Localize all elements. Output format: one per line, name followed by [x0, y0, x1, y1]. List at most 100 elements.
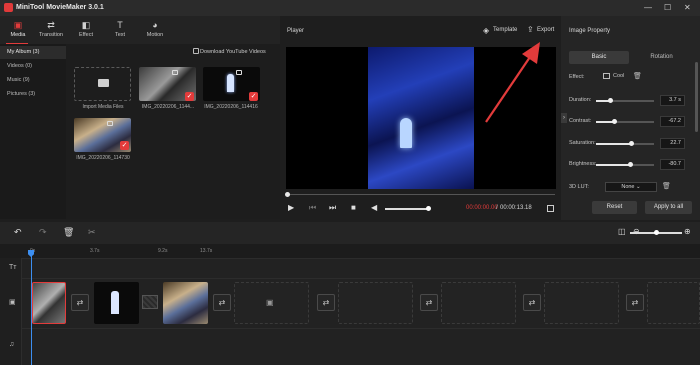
added-check-icon: ✓ — [249, 92, 258, 101]
delete-effect-icon[interactable]: 🗑 — [633, 72, 642, 80]
title-bar — [0, 0, 700, 16]
playback-progress-handle[interactable] — [285, 192, 290, 197]
volume-handle[interactable] — [426, 206, 431, 211]
empty-clip-slot[interactable] — [544, 282, 619, 324]
template-icon: ◈ — [483, 26, 490, 35]
tab-motion[interactable]: ◕ Motion — [139, 16, 171, 44]
property-scrollbar[interactable] — [695, 62, 698, 132]
app-logo-icon — [4, 3, 13, 12]
apply-to-all-button[interactable]: Apply to all — [645, 201, 692, 214]
next-frame-icon[interactable]: ⏭ — [329, 204, 336, 212]
saturation-label: Saturation: — [569, 140, 596, 146]
playback-progress-track[interactable] — [287, 194, 555, 195]
undo-icon[interactable]: ↶ — [14, 227, 22, 237]
added-check-icon: ✓ — [185, 92, 194, 101]
export-icon: ⇪ — [527, 25, 534, 34]
export-button[interactable]: Export — [537, 27, 554, 33]
duration-handle[interactable] — [608, 98, 613, 103]
chevron-down-icon: ⌄ — [636, 184, 641, 190]
empty-clip-slot[interactable] — [338, 282, 413, 324]
transition-slot[interactable]: ⇄ — [626, 294, 644, 311]
lut-select[interactable]: None ⌄ — [605, 182, 657, 192]
transition-slot[interactable]: ⇄ — [420, 294, 438, 311]
download-youtube-link[interactable]: Download YouTube Videos — [200, 49, 266, 55]
redo-icon[interactable]: ↷ — [39, 227, 47, 237]
timeline-toolbar — [0, 222, 700, 244]
media-name: IMG_20220206_114730 — [76, 155, 130, 161]
zoom-handle[interactable] — [654, 230, 659, 235]
duration-value[interactable]: 3.7 s — [660, 95, 685, 106]
app-title: MiniTool MovieMaker 3.0.1 — [16, 4, 104, 11]
collapse-panel-icon[interactable]: › — [561, 113, 567, 123]
motion-icon: ◕ — [152, 20, 158, 30]
lut-value: None — [621, 184, 635, 190]
brightness-label: Brightness: — [569, 161, 597, 167]
minimize-button[interactable]: — — [644, 3, 652, 12]
ruler-tick: 13.7s — [200, 248, 213, 254]
transition-slot[interactable] — [142, 295, 158, 309]
empty-clip-slot[interactable] — [647, 282, 700, 324]
tab-motion-label: Motion — [146, 32, 164, 38]
saturation-value[interactable]: 22.7 — [660, 138, 685, 149]
annotation-arrow — [485, 42, 540, 123]
zoom-in-icon[interactable]: ⊕ — [684, 227, 691, 237]
ruler-tick: 9.2s — [158, 248, 168, 254]
media-name: IMG_20220206_1144... — [141, 104, 195, 110]
video-track-icon: ▣ — [9, 299, 16, 306]
image-type-icon — [236, 70, 242, 75]
tab-basic[interactable]: Basic — [569, 51, 629, 64]
album-videos[interactable]: Videos (0) — [0, 60, 66, 73]
volume-icon[interactable]: ◀ — [371, 204, 377, 212]
timeline-clip[interactable] — [32, 282, 66, 324]
tab-effect-label: Effect — [79, 32, 93, 38]
fit-timeline-icon[interactable]: ◫ — [618, 227, 626, 237]
album-my-album[interactable]: My Album (3) — [0, 46, 66, 59]
transition-slot[interactable]: ⇄ — [71, 294, 89, 311]
effect-value: Cool — [613, 73, 625, 79]
delete-lut-icon[interactable]: 🗑 — [662, 182, 671, 190]
tab-rotation[interactable]: Rotation — [631, 51, 692, 64]
image-type-icon — [107, 121, 113, 126]
stop-icon[interactable]: ■ — [351, 204, 356, 212]
play-icon[interactable]: ▶ — [288, 204, 294, 212]
delete-icon[interactable]: 🗑 — [63, 227, 74, 237]
transition-icon: ⇄ — [47, 20, 55, 30]
timeline-ruler[interactable] — [0, 244, 700, 258]
media-name: IMG_20220206_114416 — [204, 104, 258, 110]
tab-text[interactable]: T Text — [104, 16, 136, 44]
fullscreen-icon[interactable] — [547, 205, 554, 212]
film-icon: ▣ — [13, 20, 23, 30]
music-track[interactable] — [0, 328, 700, 365]
tab-media[interactable]: ▣ Media — [2, 16, 34, 44]
tab-effect[interactable]: ◧ Effect — [70, 16, 102, 44]
text-track[interactable] — [0, 258, 700, 278]
split-icon[interactable]: ✂ — [88, 227, 96, 237]
tab-transition-label: Transition — [39, 32, 63, 38]
transition-slot[interactable]: ⇄ — [213, 294, 231, 311]
effect-icon: ◧ — [81, 20, 91, 30]
lut-label: 3D LUT: — [569, 184, 589, 190]
contrast-label: Contrast: — [569, 118, 592, 124]
ruler-tick: 3.7s — [90, 248, 100, 254]
music-note-icon: ♫ — [9, 341, 15, 348]
close-button[interactable]: ✕ — [684, 3, 691, 12]
empty-clip-slot[interactable] — [441, 282, 516, 324]
brightness-value[interactable]: -80.7 — [660, 159, 685, 170]
contrast-value[interactable]: -67.2 — [660, 116, 685, 127]
playhead[interactable] — [30, 256, 32, 365]
album-pictures[interactable]: Pictures (3) — [0, 88, 66, 101]
player-title: Player — [287, 28, 305, 34]
timeline-clip[interactable] — [163, 282, 208, 324]
transition-slot[interactable]: ⇄ — [317, 294, 335, 311]
previous-frame-icon[interactable]: ⏮ — [309, 204, 316, 212]
maximize-button[interactable]: ☐ — [664, 3, 671, 12]
reset-button[interactable]: Reset — [592, 201, 637, 214]
album-music[interactable]: Music (9) — [0, 74, 66, 87]
tab-transition[interactable]: ⇄ Transition — [35, 16, 67, 44]
saturation-fill — [596, 143, 632, 145]
timeline-clip[interactable] — [94, 282, 139, 324]
transition-slot[interactable]: ⇄ — [523, 294, 541, 311]
saturation-handle[interactable] — [628, 141, 634, 146]
volume-slider[interactable] — [385, 208, 430, 210]
template-button[interactable]: Template — [493, 27, 517, 33]
